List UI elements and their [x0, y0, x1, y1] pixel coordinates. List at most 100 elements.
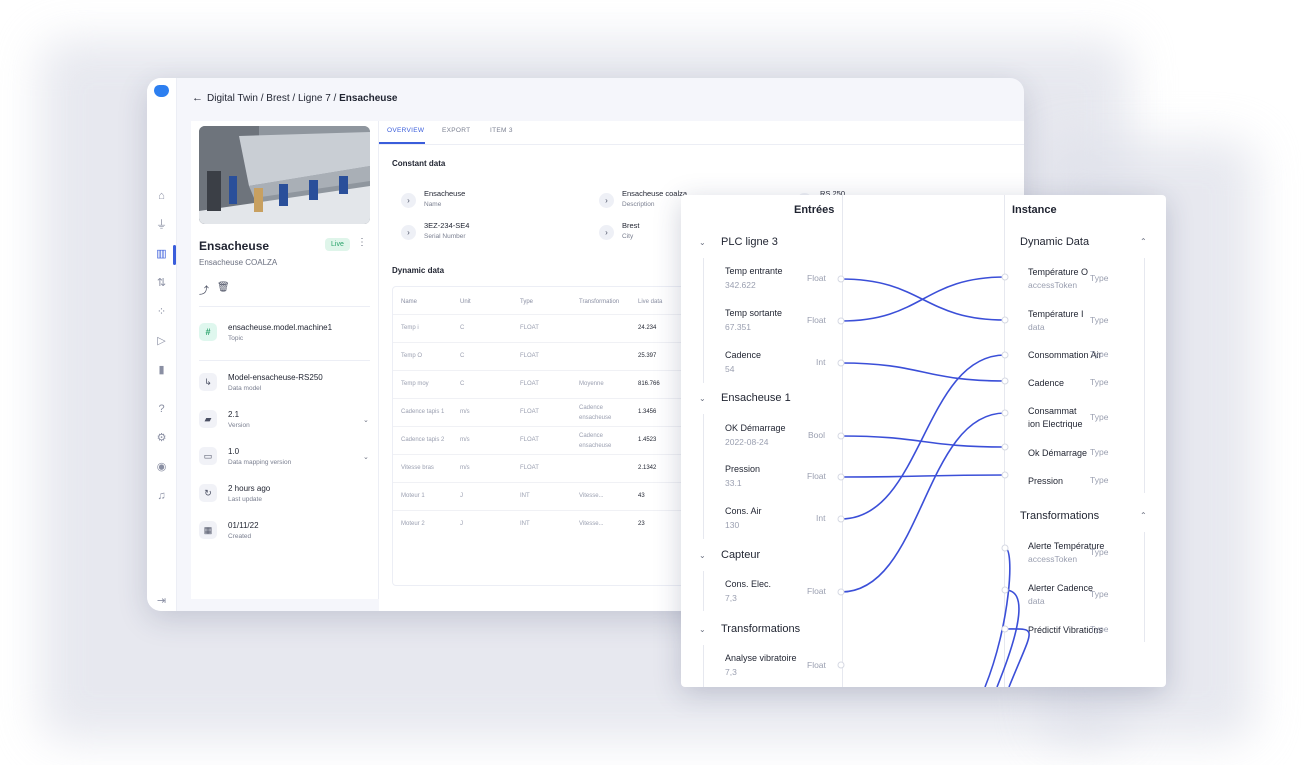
cell-type: INT [520, 521, 530, 527]
cell-name: Cadence tapis 1 [401, 409, 445, 415]
chevron-down-icon[interactable]: ⌄ [363, 453, 369, 461]
property-value: ensacheuse.model.machine1 [228, 323, 333, 332]
table-row[interactable]: Cadence tapis 2 m/s FLOAT Cadence ensach… [393, 426, 693, 455]
instance-port[interactable] [1001, 273, 1009, 281]
cell-transformation: Vitesse... [579, 521, 604, 527]
logout-icon[interactable]: ⇥ [155, 595, 168, 608]
column-header: Transformation [579, 299, 620, 305]
table-row[interactable]: Temp moy C FLOAT Moyenne 816.766 [393, 370, 693, 399]
instance-port[interactable] [1001, 351, 1009, 359]
chevron-right-icon[interactable]: › [599, 193, 614, 208]
constant-label: Name [424, 201, 442, 208]
instance-port[interactable] [1001, 316, 1009, 324]
input-port[interactable] [837, 432, 845, 440]
mapping-wire[interactable] [840, 276, 1006, 322]
cell-unit: J [460, 493, 463, 499]
tag-icon: ▰ [199, 410, 217, 428]
tab-overview[interactable]: OVERVIEW [387, 127, 424, 134]
constant-value: 3EZ-234-SE4 [424, 221, 470, 230]
input-port[interactable] [837, 317, 845, 325]
tab-item-3[interactable]: ITEM 3 [490, 127, 513, 134]
cell-name: Vitesse bras [401, 465, 434, 471]
instance-port[interactable] [1001, 625, 1009, 633]
cell-unit: m/s [460, 465, 470, 471]
property-label: Version [228, 422, 250, 429]
gear-icon[interactable]: ⚙ [155, 432, 168, 445]
machine-photo [199, 126, 370, 224]
input-port[interactable] [837, 473, 845, 481]
breadcrumb-digital-twin[interactable]: Digital Twin / [207, 93, 264, 104]
instance-port[interactable] [1001, 586, 1009, 594]
brand-logo-icon[interactable] [154, 85, 169, 97]
asset-property-created: ▦ 01/11/22 Created [199, 519, 370, 547]
input-port[interactable] [837, 515, 845, 523]
table-row[interactable]: Moteur 1 J INT Vitesse... 43 [393, 482, 693, 511]
table-row[interactable]: Temp O C FLOAT 25.397 [393, 342, 693, 371]
chevron-down-icon[interactable]: ⌄ [363, 416, 369, 424]
cell-transformation: Moyenne [579, 381, 604, 387]
instance-port[interactable] [1001, 409, 1009, 417]
property-value: 01/11/22 [228, 521, 259, 530]
constant-item-name: › Ensacheuse Name [401, 189, 581, 215]
cell-name: Moteur 1 [401, 493, 425, 499]
factory-icon[interactable]: ▥ [155, 248, 168, 261]
table-row[interactable]: Temp i C FLOAT 24.234 [393, 314, 693, 343]
input-port[interactable] [837, 661, 845, 669]
asset-property-topic: # ensacheuse.model.machine1 Topic [199, 321, 370, 349]
input-port[interactable] [837, 359, 845, 367]
back-arrow-icon[interactable]: ← [192, 92, 203, 104]
breadcrumb: ← Digital Twin / Brest / Ligne 7 / Ensach… [192, 92, 398, 104]
tab-bar: OVERVIEW EXPORT ITEM 3 [379, 121, 1024, 145]
property-label: Last update [228, 496, 262, 503]
asset-panel: Ensacheuse Live ⋮ Ensacheuse COALZA ⤴ 🗑 … [191, 121, 379, 599]
asset-property-mapping-version[interactable]: ▭ 1.0 Data mapping version ⌄ [199, 445, 370, 473]
transfer-icon[interactable]: ⇅ [155, 277, 168, 290]
bell-icon[interactable]: ♫ [155, 490, 168, 503]
table-row[interactable]: Moteur 2 J INT Vitesse... 23 [393, 510, 693, 539]
constant-label: Serial Number [424, 233, 466, 240]
cell-name: Moteur 2 [401, 521, 425, 527]
breadcrumb-location[interactable]: Brest / Ligne 7 / [266, 93, 336, 104]
home-icon[interactable]: ⌂ [155, 190, 168, 203]
plug-icon[interactable]: ⏚ [155, 219, 168, 232]
input-port[interactable] [837, 588, 845, 596]
instance-port[interactable] [1001, 443, 1009, 451]
cell-unit: J [460, 521, 463, 527]
calendar-icon: ▦ [199, 521, 217, 539]
chart-icon[interactable]: ▮ [155, 364, 168, 377]
cell-live: 24.234 [638, 325, 657, 331]
instance-port[interactable] [1001, 544, 1009, 552]
hash-icon: # [199, 323, 217, 341]
input-port[interactable] [837, 275, 845, 283]
active-tab-underline [379, 142, 425, 144]
mapping-wire[interactable] [840, 412, 1006, 593]
asset-subtitle: Ensacheuse COALZA [199, 258, 278, 267]
instance-port[interactable] [1001, 471, 1009, 479]
mapping-wire[interactable] [840, 362, 1006, 382]
cell-unit: C [460, 353, 465, 359]
trash-icon[interactable]: 🗑 [217, 282, 230, 293]
asset-property-last-update: ↻ 2 hours ago Last update [199, 482, 370, 510]
constant-data-title: Constant data [392, 159, 446, 168]
mapping-wire[interactable] [840, 474, 1006, 478]
chevron-right-icon[interactable]: › [401, 225, 416, 240]
share-icon[interactable]: ⤴ [199, 282, 209, 297]
more-options-icon[interactable]: ⋮ [357, 237, 367, 248]
grid-icon[interactable]: ⁘ [155, 306, 168, 319]
instance-port[interactable] [1001, 377, 1009, 385]
play-icon[interactable]: ▷ [155, 335, 168, 348]
cell-name: Temp i [401, 325, 419, 331]
tab-export[interactable]: EXPORT [442, 127, 470, 134]
user-icon[interactable]: ◉ [155, 461, 168, 474]
constant-value: Ensacheuse [424, 189, 466, 198]
column-header: Type [520, 299, 534, 305]
table-row[interactable]: Vitesse bras m/s FLOAT 2.1342 [393, 454, 693, 483]
table-row[interactable]: Cadence tapis 1 m/s FLOAT Cadence ensach… [393, 398, 693, 427]
chevron-right-icon[interactable]: › [401, 193, 416, 208]
help-icon[interactable]: ? [155, 403, 168, 416]
mapping-wire[interactable] [984, 547, 1011, 687]
asset-property-version[interactable]: ▰ 2.1 Version ⌄ [199, 408, 370, 436]
constant-label: City [622, 233, 634, 240]
cell-live: 43 [638, 493, 645, 499]
chevron-right-icon[interactable]: › [599, 225, 614, 240]
